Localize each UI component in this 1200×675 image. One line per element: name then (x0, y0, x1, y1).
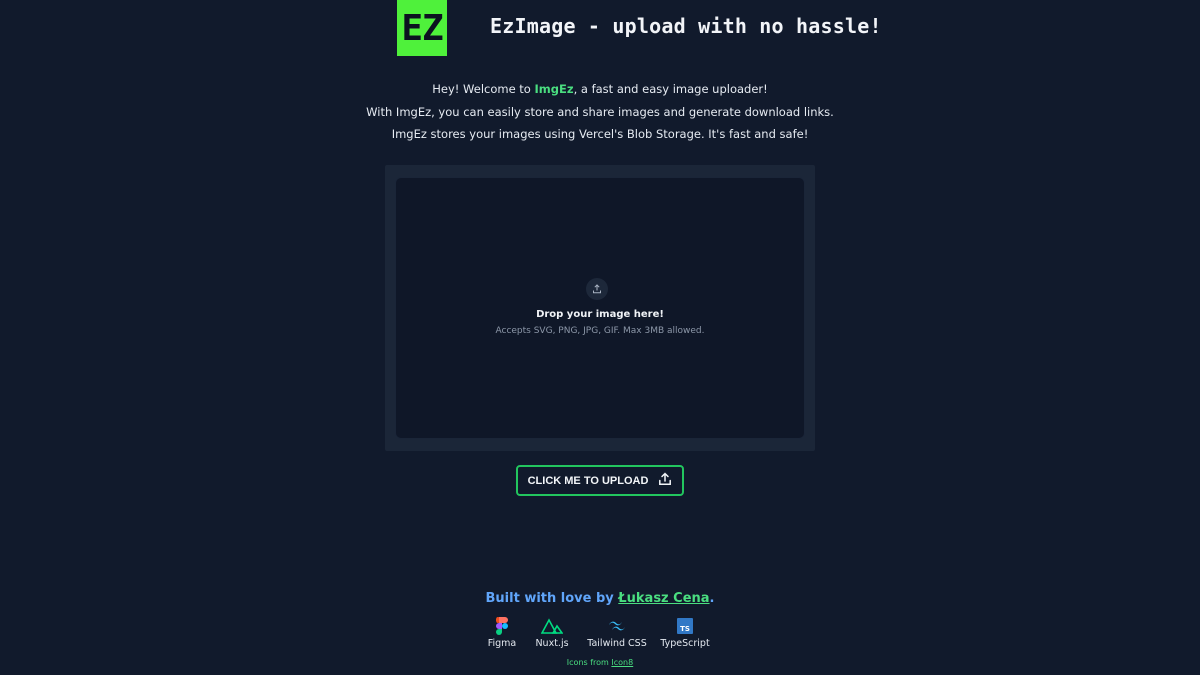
tech-label: TypeScript (660, 638, 710, 649)
upload-button[interactable]: CLICK ME TO UPLOAD (516, 465, 684, 496)
typescript-icon: TS (677, 616, 693, 636)
dropzone[interactable]: Drop your image here! Accepts SVG, PNG, … (395, 177, 805, 439)
icons-credit-pre: Icons from (566, 658, 612, 667)
upload-icon (586, 278, 608, 300)
figma-icon (496, 616, 508, 636)
dropzone-subtitle: Accepts SVG, PNG, JPG, GIF. Max 3MB allo… (495, 326, 705, 336)
brand-name: ImgEz (534, 82, 574, 96)
tailwind-icon (608, 616, 626, 636)
page-title: EzImage - upload with no hassle! (490, 14, 882, 38)
tech-item-figma: Figma (480, 616, 524, 649)
icon8-link[interactable]: Icon8 (611, 658, 633, 667)
built-post: . (709, 591, 715, 606)
tech-label: Figma (487, 638, 517, 649)
tech-item-typescript: TS TypeScript (654, 616, 716, 649)
tech-label: Tailwind CSS (587, 638, 647, 649)
intro-line-2: With ImgEz, you can easily store and sha… (366, 104, 834, 119)
built-with-love: Built with love by Łukasz Cena. (0, 591, 1200, 606)
app-logo: EZ (397, 0, 447, 56)
tech-stack: Figma Nuxt.js Tailwind CSS TS TypeScript (480, 616, 716, 649)
built-pre: Built with love by (485, 591, 619, 606)
intro-text: Hey! Welcome to ImgEz, a fast and easy i… (0, 78, 1200, 146)
dropzone-title: Drop your image here! (536, 309, 664, 320)
tech-item-tailwind: Tailwind CSS (580, 616, 654, 649)
author-link[interactable]: Łukasz Cena (618, 591, 709, 606)
tech-item-nuxt: Nuxt.js (524, 616, 580, 649)
upload-icon (658, 472, 672, 489)
intro-line-1-pre: Hey! Welcome to (432, 82, 535, 96)
dropzone-container: Drop your image here! Accepts SVG, PNG, … (385, 165, 815, 451)
nuxt-icon (541, 616, 563, 636)
intro-line-1: Hey! Welcome to ImgEz, a fast and easy i… (0, 78, 1200, 101)
intro-line-1-post: , a fast and easy image uploader! (573, 82, 768, 96)
tech-label: Nuxt.js (535, 638, 569, 649)
icons-credit: Icons from Icon8 (0, 658, 1200, 667)
svg-text:TS: TS (680, 625, 690, 633)
upload-button-label: CLICK ME TO UPLOAD (527, 474, 649, 487)
intro-line-3: ImgEz stores your images using Vercel's … (391, 127, 809, 141)
